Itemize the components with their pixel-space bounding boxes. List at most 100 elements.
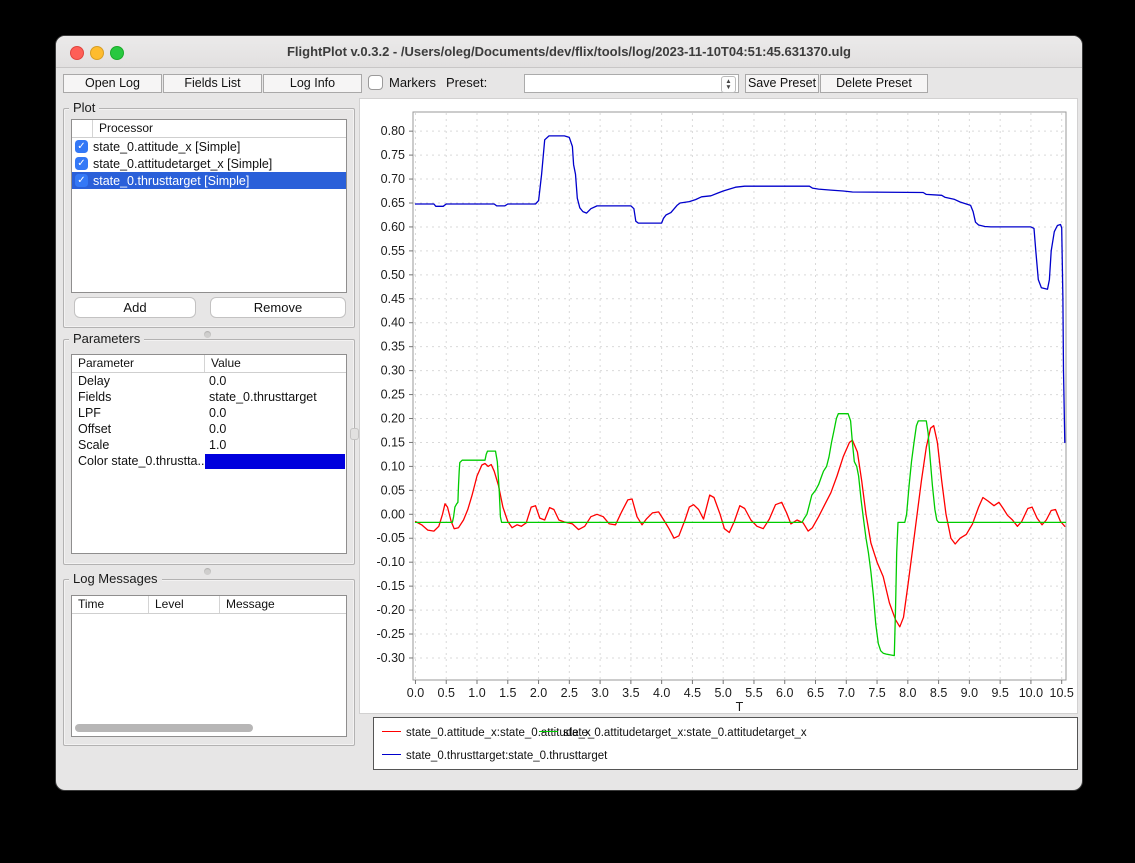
parameters-group-title: Parameters [69, 331, 144, 346]
desktop-background: FlightPlot v.0.3.2 - /Users/oleg/Documen… [0, 0, 1135, 863]
horizontal-scrollbar-thumb[interactable] [75, 724, 253, 732]
svg-text:0.50: 0.50 [381, 268, 405, 282]
param-row-offset[interactable]: Offset 0.0 [72, 421, 346, 437]
svg-text:0.0: 0.0 [407, 686, 424, 700]
processor-list[interactable]: Processor ✓ state_0.attitude_x [Simple] … [71, 119, 347, 293]
markers-checkbox[interactable] [368, 75, 383, 90]
log-info-button[interactable]: Log Info [263, 74, 362, 93]
param-value[interactable]: 1.0 [205, 438, 346, 452]
list-item-thrusttarget[interactable]: ✓ state_0.thrusttarget [Simple] [72, 172, 346, 189]
svg-text:10.0: 10.0 [1019, 686, 1043, 700]
parameter-column-header: Parameter [72, 355, 205, 372]
zoom-window-button[interactable] [110, 46, 124, 60]
svg-text:2.0: 2.0 [530, 686, 547, 700]
svg-text:0.55: 0.55 [381, 244, 405, 258]
param-name: Scale [72, 438, 205, 452]
svg-text:-0.05: -0.05 [377, 531, 406, 545]
svg-text:0.20: 0.20 [381, 412, 405, 426]
color-value-swatch[interactable] [205, 454, 345, 469]
delete-preset-button[interactable]: Delete Preset [820, 74, 928, 93]
preset-label: Preset: [446, 75, 487, 90]
svg-text:5.5: 5.5 [745, 686, 762, 700]
chart-panel: 0.800.750.700.650.600.550.500.450.400.35… [359, 98, 1078, 714]
svg-text:-0.25: -0.25 [377, 627, 406, 641]
svg-text:0.25: 0.25 [381, 388, 405, 402]
plot-group: Plot Processor ✓ state_0.attitude_x [Sim… [63, 108, 355, 328]
svg-text:7.0: 7.0 [838, 686, 855, 700]
remove-button[interactable]: Remove [210, 297, 346, 318]
parameters-table-header: Parameter Value [72, 355, 346, 373]
svg-text:1.0: 1.0 [468, 686, 485, 700]
legend-item-thrusttarget: state_0.thrusttarget:state_0.thrusttarge… [382, 750, 607, 764]
level-column-header: Level [149, 596, 220, 613]
combobox-stepper-icon[interactable]: ▲▼ [721, 76, 736, 93]
parameters-table[interactable]: Parameter Value Delay 0.0 Fields state_0… [71, 354, 347, 554]
titlebar[interactable]: FlightPlot v.0.3.2 - /Users/oleg/Documen… [56, 36, 1082, 68]
list-item-attitudetarget-x[interactable]: ✓ state_0.attitudetarget_x [Simple] [72, 155, 346, 172]
open-log-button[interactable]: Open Log [63, 74, 162, 93]
list-item-label: state_0.attitudetarget_x [Simple] [93, 157, 272, 171]
svg-text:0.60: 0.60 [381, 220, 405, 234]
vertical-splitter-handle[interactable] [350, 428, 359, 440]
message-column-header: Message [220, 596, 346, 613]
processor-list-header: Processor [72, 120, 346, 138]
param-row-fields[interactable]: Fields state_0.thrusttarget [72, 389, 346, 405]
param-value[interactable]: 0.0 [205, 374, 346, 388]
param-name: Delay [72, 374, 205, 388]
svg-text:0.30: 0.30 [381, 364, 405, 378]
svg-text:6.5: 6.5 [807, 686, 824, 700]
svg-text:0.80: 0.80 [381, 124, 405, 138]
toolbar: Open Log Fields List Log Info Markers Pr… [56, 68, 1082, 96]
param-value[interactable]: 0.0 [205, 406, 346, 420]
chart-legend: state_0.attitude_x:state_0.attitude_x st… [373, 717, 1078, 770]
fields-list-button[interactable]: Fields List [163, 74, 262, 93]
svg-text:0.45: 0.45 [381, 292, 405, 306]
param-row-scale[interactable]: Scale 1.0 [72, 437, 346, 453]
splitter-handle[interactable] [204, 568, 211, 575]
svg-text:-0.15: -0.15 [377, 579, 406, 593]
svg-text:T: T [736, 700, 744, 713]
svg-text:5.0: 5.0 [714, 686, 731, 700]
svg-text:8.0: 8.0 [899, 686, 916, 700]
svg-text:4.0: 4.0 [653, 686, 670, 700]
list-item-label: state_0.attitude_x [Simple] [93, 140, 240, 154]
time-column-header: Time [72, 596, 149, 613]
svg-text:4.5: 4.5 [684, 686, 701, 700]
item-checkbox[interactable]: ✓ [75, 140, 88, 153]
svg-text:3.0: 3.0 [591, 686, 608, 700]
param-value[interactable]: 0.0 [205, 422, 346, 436]
param-row-color[interactable]: Color state_0.thrustta... [72, 453, 346, 469]
svg-text:0.35: 0.35 [381, 340, 405, 354]
svg-text:-0.30: -0.30 [377, 651, 406, 665]
list-item-attitude-x[interactable]: ✓ state_0.attitude_x [Simple] [72, 138, 346, 155]
param-row-delay[interactable]: Delay 0.0 [72, 373, 346, 389]
svg-text:0.5: 0.5 [438, 686, 455, 700]
item-checkbox[interactable]: ✓ [75, 174, 88, 187]
svg-text:9.0: 9.0 [961, 686, 978, 700]
legend-label: state_0.attitudetarget_x:state_0.attitud… [563, 727, 807, 739]
item-checkbox[interactable]: ✓ [75, 157, 88, 170]
svg-text:1.5: 1.5 [499, 686, 516, 700]
svg-text:6.0: 6.0 [776, 686, 793, 700]
close-window-button[interactable] [70, 46, 84, 60]
svg-text:0.70: 0.70 [381, 172, 405, 186]
value-column-header: Value [205, 355, 346, 372]
svg-text:7.5: 7.5 [868, 686, 885, 700]
svg-text:0.05: 0.05 [381, 483, 405, 497]
minimize-window-button[interactable] [90, 46, 104, 60]
param-name: LPF [72, 406, 205, 420]
markers-label: Markers [389, 75, 436, 90]
legend-swatch [539, 731, 558, 732]
add-button[interactable]: Add [74, 297, 196, 318]
legend-item-attitudetarget-x: state_0.attitudetarget_x:state_0.attitud… [539, 727, 807, 741]
splitter-handle[interactable] [204, 331, 211, 338]
param-value[interactable]: state_0.thrusttarget [205, 390, 346, 404]
svg-text:0.15: 0.15 [381, 435, 405, 449]
svg-text:-0.10: -0.10 [377, 555, 406, 569]
param-row-lpf[interactable]: LPF 0.0 [72, 405, 346, 421]
preset-combobox[interactable]: ▲▼ [524, 74, 739, 93]
plot-canvas[interactable]: 0.800.750.700.650.600.550.500.450.400.35… [360, 99, 1077, 713]
save-preset-button[interactable]: Save Preset [745, 74, 819, 93]
log-messages-table[interactable]: Time Level Message [71, 595, 347, 737]
svg-text:-0.20: -0.20 [377, 603, 406, 617]
